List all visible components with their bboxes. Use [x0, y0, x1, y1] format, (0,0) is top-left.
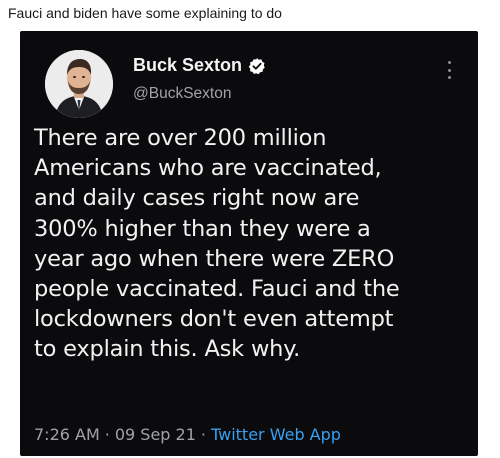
tweet-text-line: lockdowners don't even attempt	[34, 306, 394, 333]
meta-separator: ·	[104, 425, 110, 444]
tweet-text-line: to explain this. Ask why.	[34, 336, 301, 363]
tweet-screenshot: Buck Sexton @BuckSexton There are over 2…	[20, 31, 478, 456]
tweet-text: There are over 200 million Americans who…	[34, 123, 474, 365]
tweet-date[interactable]: 09 Sep 21	[115, 425, 196, 444]
meta-separator: ·	[200, 425, 206, 444]
post-title[interactable]: Fauci and biden have some explaining to …	[8, 5, 282, 21]
dot-icon	[447, 61, 451, 64]
tweet-text-line: 300% higher than they were a	[34, 215, 371, 242]
tweet-metadata: 7:26 AM · 09 Sep 21 · Twitter Web App	[34, 425, 341, 444]
tweet-text-line: year ago when there were ZERO	[34, 245, 395, 272]
more-options-icon[interactable]	[440, 57, 458, 83]
reddit-post: Fauci and biden have some explaining to …	[0, 0, 500, 458]
verified-badge-icon	[248, 57, 265, 74]
tweet-text-line: and daily cases right now are	[34, 185, 360, 212]
avatar-illustration	[45, 50, 113, 118]
tweet-time[interactable]: 7:26 AM	[34, 425, 100, 444]
display-name[interactable]: Buck Sexton	[133, 55, 266, 76]
user-handle[interactable]: @BuckSexton	[133, 85, 231, 103]
dot-icon	[447, 76, 451, 79]
dot-icon	[447, 68, 451, 72]
display-name-text: Buck Sexton	[133, 55, 243, 75]
tweet-text-line: Americans who are vaccinated,	[34, 155, 382, 182]
tweet-source-link[interactable]: Twitter Web App	[211, 425, 341, 444]
tweet-text-line: people vaccinated. Fauci and the	[34, 276, 400, 303]
tweet-text-line: There are over 200 million	[34, 125, 327, 151]
profile-photo[interactable]	[45, 50, 113, 118]
